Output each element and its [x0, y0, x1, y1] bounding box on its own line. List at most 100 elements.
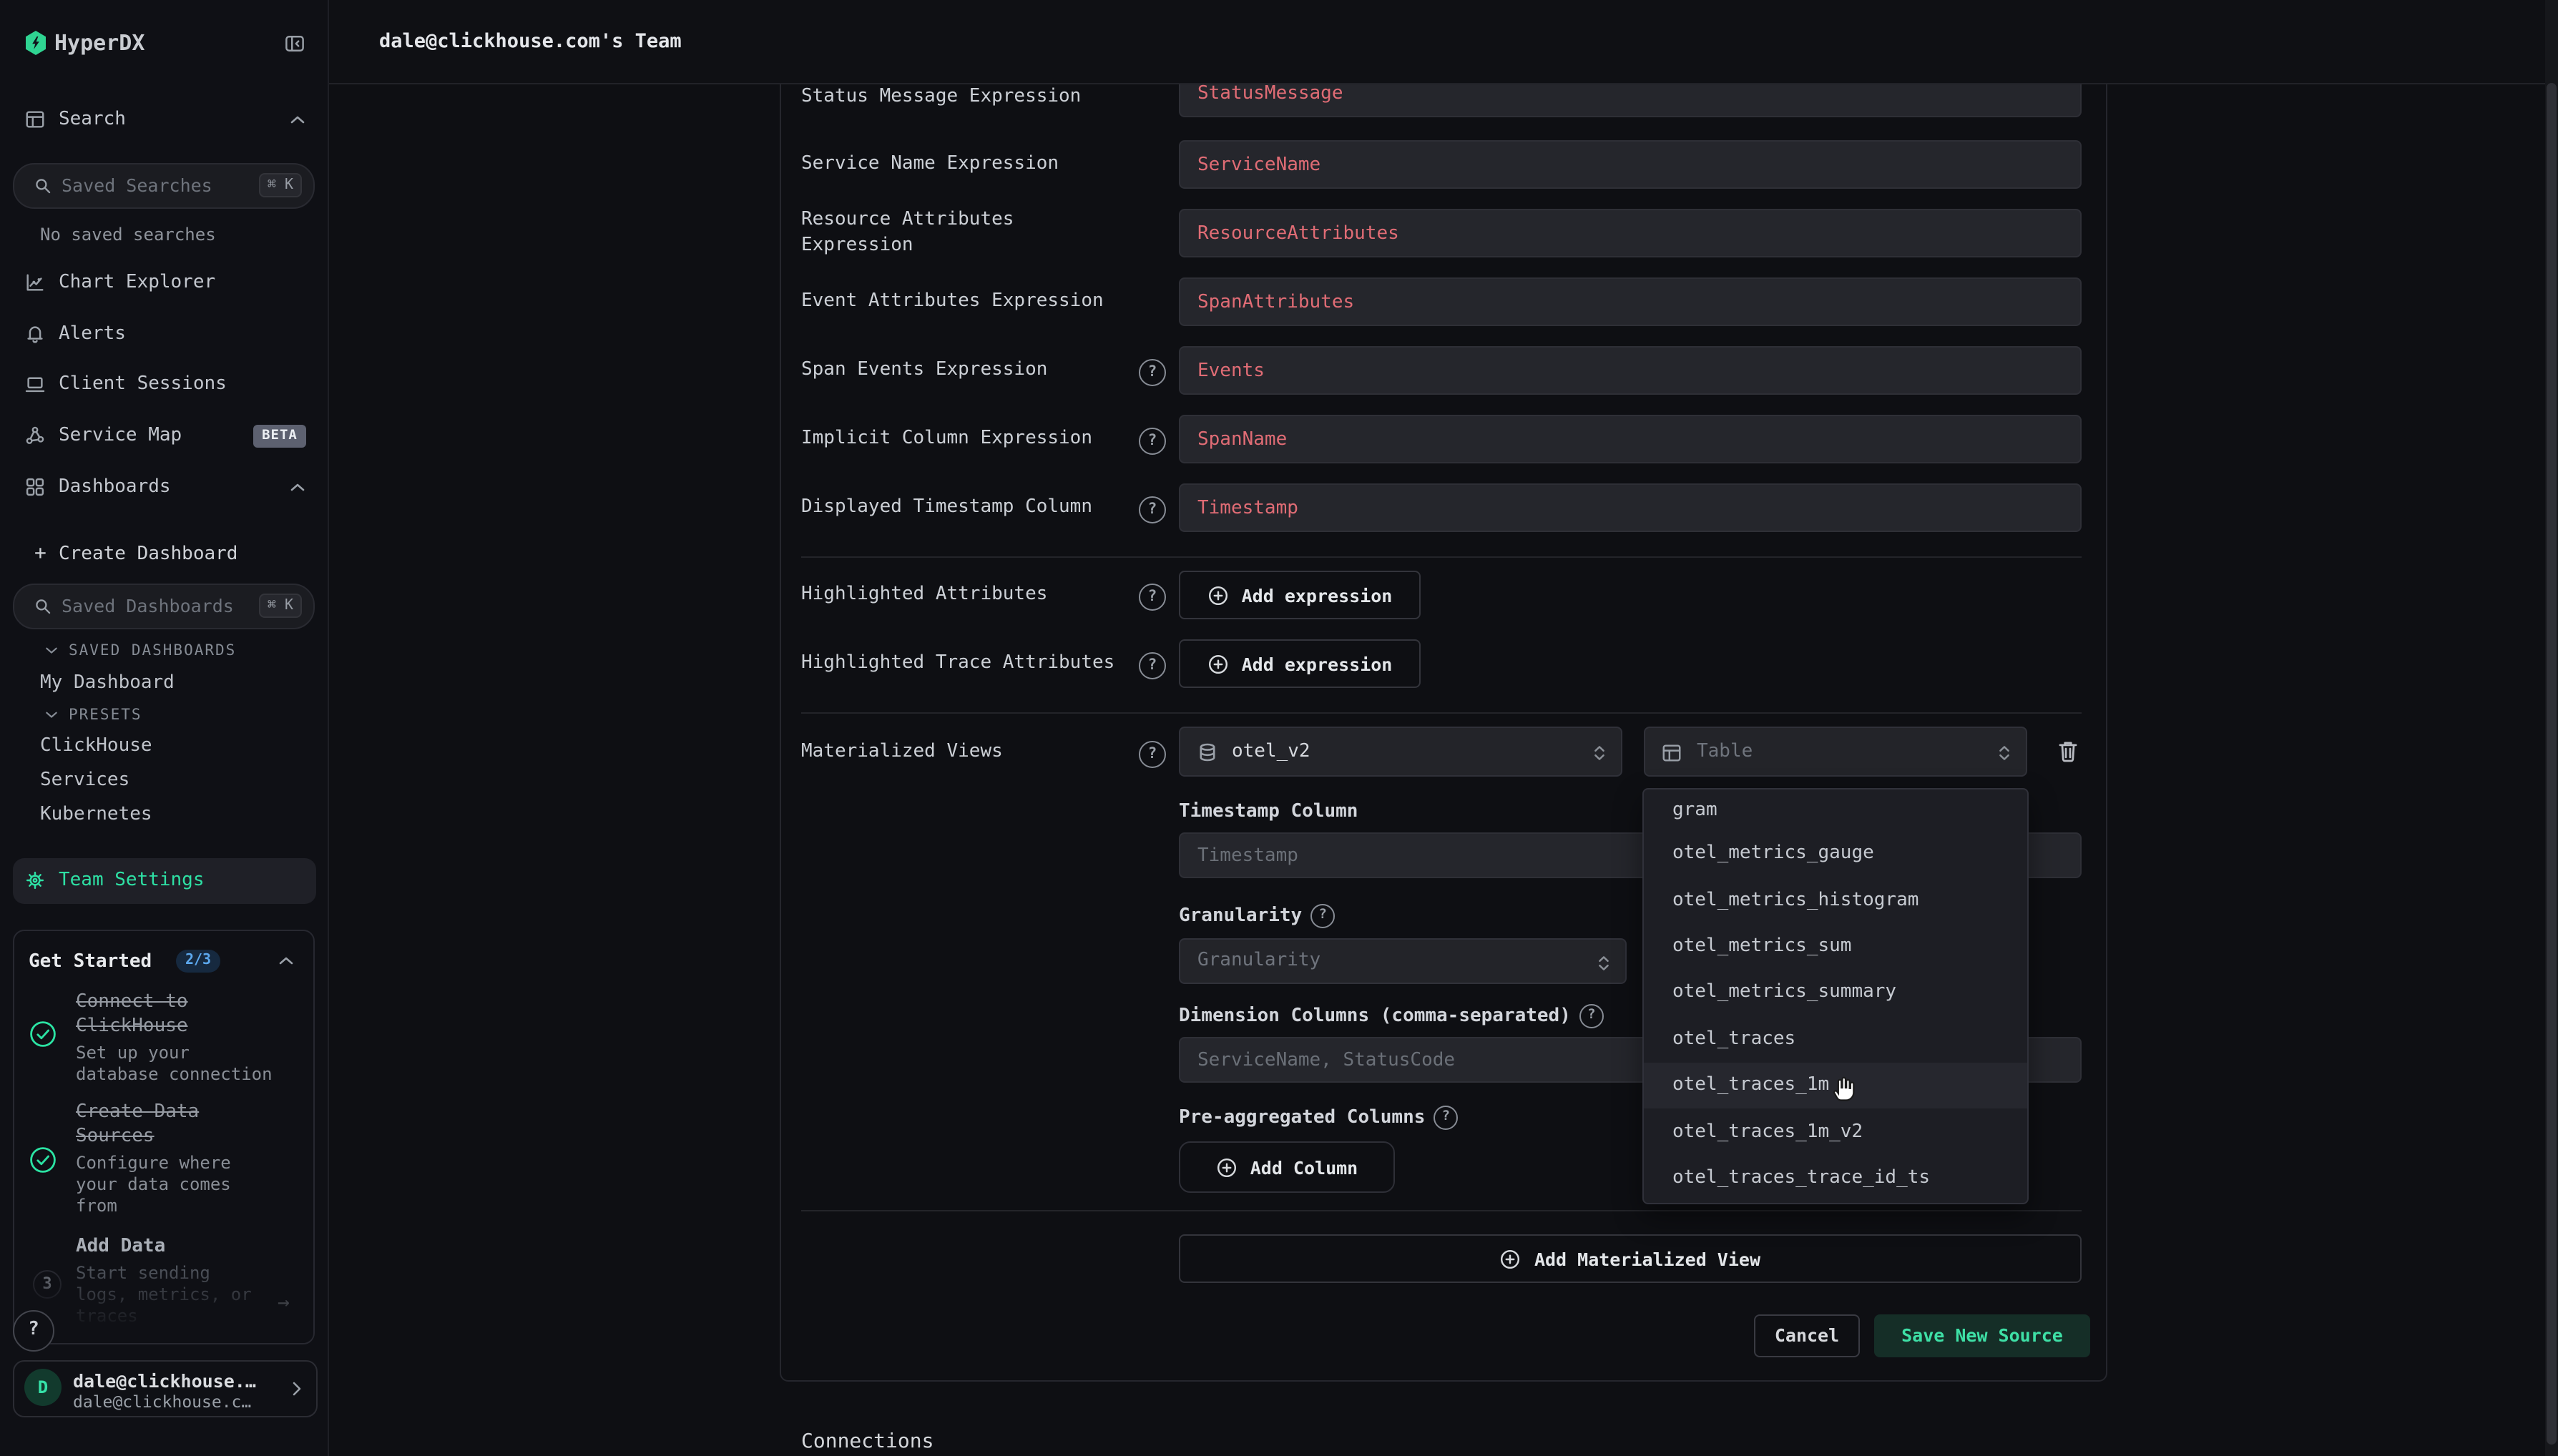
granularity-select[interactable]: Granularity	[1179, 938, 1627, 984]
saved-dashboards-section-header[interactable]: SAVED DASHBOARDS	[0, 639, 328, 665]
dropdown-item[interactable]: otel_metrics_histogram	[1644, 878, 2027, 923]
table-select-dropdown: gram otel_metrics_gauge otel_metrics_his…	[1642, 788, 2029, 1204]
chevron-right-icon	[290, 1380, 303, 1397]
database-select[interactable]: otel_v2	[1179, 727, 1622, 777]
delete-materialized-view-icon[interactable]	[2056, 738, 2080, 765]
item-title-line: ClickHouse	[76, 1014, 273, 1038]
table-icon	[1661, 742, 1682, 764]
dropdown-item[interactable]: otel_metrics_gauge	[1644, 831, 2027, 875]
add-materialized-view-button[interactable]: Add Materialized View	[1179, 1234, 2082, 1283]
app-root: HyperDX Search Saved Searches ⌘ K No sav…	[0, 0, 2558, 1456]
item-title-line: Sources	[76, 1124, 231, 1148]
chevron-down-icon	[44, 645, 59, 656]
item-desc-line: from	[76, 1196, 231, 1217]
app-title: HyperDX	[54, 31, 144, 54]
sidebar-item-client-sessions[interactable]: Client Sessions	[0, 368, 328, 410]
granularity-placeholder: Granularity	[1197, 940, 1320, 983]
plus-circle-icon	[1207, 653, 1229, 674]
chevron-updown-icon	[1997, 742, 2011, 764]
saved-dashboards-placeholder: Saved Dashboards	[62, 585, 234, 628]
dropdown-item[interactable]: otel_traces_trace_id_ts	[1644, 1156, 2027, 1200]
chart-explorer-label: Chart Explorer	[59, 270, 215, 296]
dropdown-item[interactable]: otel_metrics_sum	[1644, 924, 2027, 968]
user-email: dale@clickhouse.c…	[73, 1392, 251, 1412]
sidebar-item-service-map[interactable]: Service Map BETA	[0, 419, 328, 462]
gear-icon	[24, 870, 46, 891]
scrollbar-thumb[interactable]	[2547, 83, 2557, 1445]
sidebar-item-team-settings[interactable]: Team Settings	[13, 858, 316, 904]
dropdown-item[interactable]: otel_traces_1m_v2	[1644, 1110, 2027, 1154]
add-expression-label: Add expression	[1242, 653, 1393, 674]
add-column-label: Add Column	[1250, 1156, 1358, 1178]
saved-searches-input[interactable]: Saved Searches ⌘ K	[13, 163, 315, 209]
chevron-up-icon	[289, 113, 306, 126]
my-dashboard-label: My Dashboard	[40, 671, 175, 697]
dropdown-item[interactable]: gram	[1644, 788, 2027, 832]
sidebar-item-my-dashboard[interactable]: My Dashboard	[0, 665, 328, 702]
fade-overlay	[14, 1257, 313, 1343]
client-sessions-label: Client Sessions	[59, 372, 227, 398]
preset-services-label: Services	[40, 768, 129, 794]
hyperdx-logo-icon	[24, 30, 47, 56]
sidebar-item-dashboards[interactable]: Dashboards	[0, 471, 328, 513]
mouse-cursor-icon	[1828, 1073, 1858, 1103]
help-button[interactable]: ?	[13, 1310, 54, 1352]
get-started-item-connect[interactable]: Connect to ClickHouse Set up your databa…	[76, 990, 273, 1086]
item-desc-line: your data comes	[76, 1174, 231, 1196]
plus-circle-icon	[1216, 1156, 1238, 1178]
dashboards-icon	[24, 476, 46, 498]
item-desc-line: Set up your	[76, 1043, 273, 1064]
table-select-placeholder: Table	[1697, 728, 1753, 775]
get-started-item-create-sources[interactable]: Create Data Sources Configure where your…	[76, 1100, 231, 1217]
table-select[interactable]: Table	[1644, 727, 2027, 777]
shortcut-badge: ⌘ K	[259, 173, 302, 197]
chevron-up-icon[interactable]	[278, 954, 295, 967]
preset-kubernetes-label: Kubernetes	[40, 802, 152, 828]
plus-icon: +	[34, 542, 46, 565]
saved-dashboards-input[interactable]: Saved Dashboards ⌘ K	[13, 584, 315, 629]
search-section-label: Search	[59, 107, 126, 133]
alerts-label: Alerts	[59, 322, 126, 348]
chevron-up-icon	[289, 481, 306, 493]
item-desc-line: Configure where	[76, 1153, 231, 1174]
search-icon	[33, 596, 53, 616]
sidebar-section-search[interactable]: Search	[0, 100, 328, 140]
team-settings-label: Team Settings	[59, 858, 205, 904]
database-select-value: otel_v2	[1232, 728, 1310, 775]
item-title-line: Create Data	[76, 1100, 231, 1124]
item-desc-line: database connection	[76, 1064, 273, 1086]
create-dashboard-button[interactable]: + Create Dashboard	[0, 539, 328, 574]
search-icon	[33, 176, 53, 196]
dropdown-item[interactable]: otel_metrics_summary	[1644, 970, 2027, 1014]
get-started-title: Get Started	[29, 951, 152, 973]
chevron-updown-icon	[1597, 953, 1611, 974]
bell-icon	[24, 323, 46, 345]
page-title: dale@clickhouse.com's Team	[379, 0, 682, 83]
plus-circle-icon	[1207, 584, 1229, 606]
cancel-button[interactable]: Cancel	[1754, 1314, 1860, 1357]
sidebar-item-services[interactable]: Services	[0, 765, 328, 800]
item-title-line: Connect to	[76, 990, 273, 1014]
saved-dashboards-header-label: SAVED DASHBOARDS	[69, 641, 236, 661]
sidebar-collapse-icon[interactable]	[283, 33, 306, 54]
add-column-button[interactable]: Add Column	[1179, 1141, 1395, 1193]
user-card[interactable]: D dale@clickhouse.… dale@clickhouse.c…	[13, 1360, 318, 1417]
dashboards-label: Dashboards	[59, 475, 171, 501]
save-new-source-button[interactable]: Save New Source	[1874, 1314, 2090, 1357]
preset-clickhouse-label: ClickHouse	[40, 734, 152, 759]
add-expression-button[interactable]: Add expression	[1179, 571, 1421, 619]
sidebar-item-chart-explorer[interactable]: Chart Explorer	[0, 266, 328, 309]
add-expression-label: Add expression	[1242, 584, 1393, 606]
check-circle-icon	[29, 1146, 57, 1174]
sidebar-item-kubernetes[interactable]: Kubernetes	[0, 800, 328, 834]
add-expression-button[interactable]: Add expression	[1179, 639, 1421, 688]
check-circle-icon	[29, 1020, 57, 1048]
presets-section-header[interactable]: PRESETS	[0, 704, 328, 729]
user-name: dale@clickhouse.…	[73, 1370, 256, 1392]
dropdown-item[interactable]: otel_traces	[1644, 1017, 2027, 1061]
sidebar-item-clickhouse[interactable]: ClickHouse	[0, 731, 328, 765]
avatar: D	[24, 1369, 62, 1406]
sidebar-item-alerts[interactable]: Alerts	[0, 318, 328, 360]
beta-badge: BETA	[253, 425, 306, 448]
add-materialized-view-label: Add Materialized View	[1534, 1248, 1760, 1269]
